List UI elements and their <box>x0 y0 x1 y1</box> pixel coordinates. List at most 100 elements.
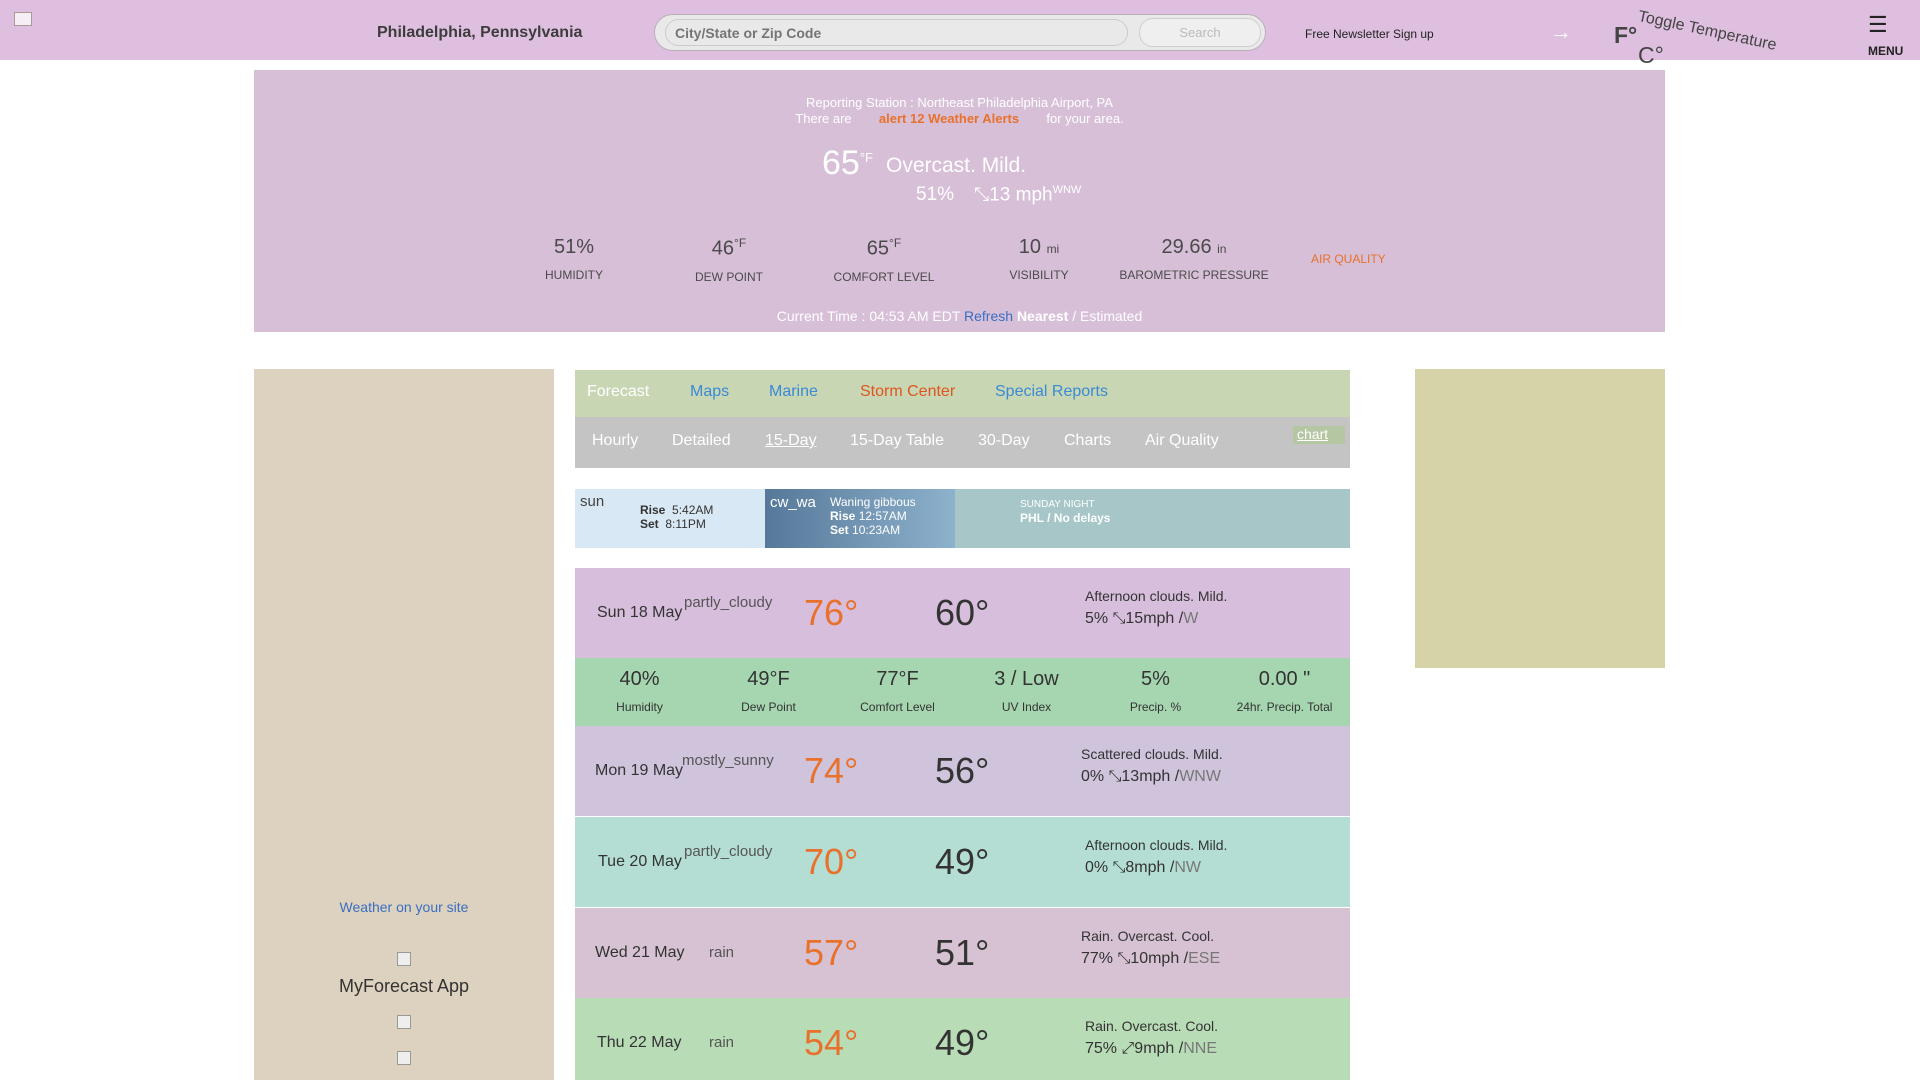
low-temp: 60° <box>935 592 990 633</box>
wind-icon: ⤡ <box>974 184 990 206</box>
forecast-description: Afternoon clouds. Mild. <box>1085 837 1228 853</box>
myforecast-app-label[interactable]: MyForecast App <box>254 976 554 997</box>
menu-label[interactable]: MENU <box>1868 44 1903 58</box>
nearest-toggle[interactable]: Nearest <box>1017 308 1068 324</box>
subtab-30-day[interactable]: 30-Day <box>978 432 1030 450</box>
current-temperature: 65°F <box>822 144 873 182</box>
reporting-station: Reporting Station : Northeast Philadelph… <box>806 95 1113 110</box>
top-bar: Philadelphia, Pennsylvania Search Free N… <box>0 0 1920 68</box>
low-temp: 49° <box>935 841 990 882</box>
chart-image[interactable]: chart <box>1293 426 1345 444</box>
forecast-description: Rain. Overcast. Cool. <box>1085 1018 1219 1034</box>
weather-on-your-site-link[interactable]: Weather on your site <box>254 899 554 915</box>
arrow-right-icon[interactable]: → <box>1550 19 1572 45</box>
logo-image[interactable] <box>14 12 32 26</box>
low-temp: 49° <box>935 1022 990 1063</box>
subtab-air-quality[interactable]: Air Quality <box>1145 432 1219 450</box>
search-input[interactable] <box>665 19 1128 46</box>
subtab-detailed[interactable]: Detailed <box>672 432 731 450</box>
forecast-row[interactable]: Mon 19 May mostly_sunny 74° 56° Scattere… <box>575 726 1350 816</box>
detail-humidity: 40% Humidity <box>616 668 663 714</box>
moonrise-time: 12:57AM <box>858 509 907 523</box>
refresh-image[interactable]: Refresh <box>964 308 1013 324</box>
fahrenheit-toggle[interactable]: F° <box>1614 22 1637 49</box>
night-info: SUNDAY NIGHT PHL / No delays <box>955 489 1350 548</box>
tab-special-reports[interactable]: Special Reports <box>995 383 1108 401</box>
forecast-description: Rain. Overcast. Cool. <box>1081 928 1215 944</box>
forecast-precip-wind: 0% ⤡8mph /NW <box>1085 859 1201 876</box>
google-play-image[interactable] <box>397 1051 411 1065</box>
detail-dew-point: 49°F Dew Point <box>741 668 796 714</box>
stat-dew-point: 46°F DEW POINT <box>695 236 763 284</box>
tab-marine[interactable]: Marine <box>769 383 818 401</box>
newsletter-link[interactable]: Free Newsletter Sign up <box>1305 27 1434 41</box>
subtab-15-day-table[interactable]: 15-Day Table <box>850 432 944 450</box>
high-temp: 70° <box>804 841 859 882</box>
low-temp: 56° <box>935 750 990 791</box>
forecast-description: Afternoon clouds. Mild. <box>1085 588 1228 604</box>
forecast-description: Scattered clouds. Mild. <box>1081 746 1223 762</box>
weather-alerts-link[interactable]: alert 12 Weather Alerts <box>879 111 1019 126</box>
detail-precip-percent: 5% Precip. % <box>1129 668 1182 714</box>
main-tabs: Forecast Maps Marine Storm Center Specia… <box>575 370 1350 417</box>
sunset-label: Set <box>640 517 659 531</box>
subtab-charts[interactable]: Charts <box>1064 432 1111 450</box>
high-temp: 54° <box>804 1022 859 1063</box>
high-temp: 74° <box>804 750 859 791</box>
forecast-precip-wind: 75% ⤢9mph /NNE <box>1085 1040 1217 1057</box>
partly-cloudy-icon: partly_cloudy <box>684 594 773 611</box>
current-conditions-panel: Reporting Station : Northeast Philadelph… <box>254 70 1665 332</box>
stat-barometric-pressure: 29.66 in BAROMETRIC PRESSURE <box>1119 236 1269 282</box>
stat-visibility: 10 mi VISIBILITY <box>1009 236 1069 282</box>
current-humidity: 51% <box>916 184 955 205</box>
day-label: Sun 18 May <box>597 604 683 621</box>
forecast-precip-wind: 5% ⤡15mph /W <box>1085 610 1199 627</box>
wind-icon: ⤡ <box>1112 610 1126 627</box>
low-temp: 51° <box>935 932 990 973</box>
subtab-15-day[interactable]: 15-Day <box>765 432 817 450</box>
menu-icon[interactable]: ☰ <box>1868 12 1888 38</box>
app-image[interactable] <box>397 952 411 966</box>
day-label: Tue 20 May <box>598 853 682 870</box>
sunrise-time: 5:42AM <box>672 503 714 517</box>
wind-icon: ⤡ <box>1112 859 1126 876</box>
tab-forecast[interactable]: Forecast <box>587 383 649 401</box>
partly-cloudy-icon: partly_cloudy <box>684 843 773 860</box>
forecast-row[interactable]: Wed 21 May rain 57° 51° Rain. Overcast. … <box>575 908 1350 998</box>
forecast-precip-wind: 77% ⤡10mph /ESE <box>1081 950 1221 967</box>
moon-info: cw_wa Waning gibbous Rise 12:57AM Set 10… <box>765 489 955 548</box>
celsius-toggle[interactable]: C° <box>1638 42 1664 69</box>
current-condition: Overcast. Mild. <box>886 154 1027 177</box>
current-time: Current Time : 04:53 AM EDT <box>776 308 961 324</box>
forecast-row[interactable]: Thu 22 May rain 54° 49° Rain. Overcast. … <box>575 998 1350 1080</box>
subtab-hourly[interactable]: Hourly <box>592 432 638 450</box>
app-store-image[interactable] <box>397 1015 411 1029</box>
forecast-precip-wind: 0% ⤡13mph /WNW <box>1081 768 1221 785</box>
forecast-row[interactable]: Sun 18 May partly_cloudy 76° 60° Afterno… <box>575 568 1350 658</box>
search-button[interactable]: Search <box>1139 18 1261 47</box>
wind-icon: ⤡ <box>1117 950 1131 967</box>
airport-delays[interactable]: PHL / No delays <box>1020 511 1110 525</box>
wind-icon: ⤢ <box>1121 1040 1135 1057</box>
forecast-row[interactable]: Tue 20 May partly_cloudy 70° 49° Afterno… <box>575 817 1350 907</box>
mostly-sunny-icon: mostly_sunny <box>682 752 774 769</box>
wind-icon: ⤡ <box>1108 768 1122 785</box>
moon-phase-icon: cw_wa <box>770 494 816 511</box>
night-label: SUNDAY NIGHT <box>1020 499 1095 510</box>
tab-storm-center[interactable]: Storm Center <box>860 383 955 401</box>
sunset-time: 8:11PM <box>665 517 706 531</box>
alerts-suffix: for your area. <box>1046 111 1124 126</box>
location-title: Philadelphia, Pennsylvania <box>377 24 583 41</box>
right-ad[interactable] <box>1415 369 1665 668</box>
air-quality-link[interactable]: AIR QUALITY <box>1311 252 1386 266</box>
detail-comfort-level: 77°F Comfort Level <box>860 668 935 714</box>
high-temp: 57° <box>804 932 859 973</box>
tab-maps[interactable]: Maps <box>690 383 729 401</box>
current-wind: ⤡13 mphWNW <box>974 184 1082 206</box>
left-sidebar: Weather on your site MyForecast App <box>254 369 554 1080</box>
sunrise-label: Rise <box>640 503 666 517</box>
day-details: 40% Humidity 49°F Dew Point 77°F Comfort Le… <box>575 658 1350 726</box>
moon-phase: Waning gibbous <box>830 495 916 509</box>
estimated-toggle[interactable]: Estimated <box>1080 308 1142 324</box>
sun-info: sun Rise 5:42AM Set 8:11PM <box>575 489 765 548</box>
